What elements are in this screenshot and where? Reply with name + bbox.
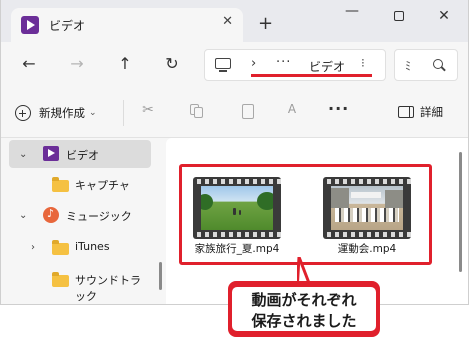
sidebar-item-label: ミュージック bbox=[66, 210, 132, 223]
forward-button[interactable]: → bbox=[65, 54, 89, 73]
file-name: 運動会.mp4 bbox=[337, 243, 397, 255]
banner-shape bbox=[351, 192, 381, 198]
tab-title: ビデオ bbox=[49, 18, 86, 33]
callout-box: 動画がそれぞれ 保存されました bbox=[228, 281, 380, 337]
address-dropdown-icon[interactable]: ⁝ bbox=[361, 56, 365, 70]
search-box[interactable]: ﾐ bbox=[394, 49, 458, 81]
sidebar-item-itunes[interactable]: › iTunes bbox=[9, 233, 151, 261]
new-tab-button[interactable]: + bbox=[258, 13, 273, 34]
folder-icon bbox=[52, 240, 69, 255]
title-bar: ビデオ ✕ + — ✕ bbox=[1, 0, 468, 42]
close-window-button[interactable]: ✕ bbox=[429, 8, 459, 24]
music-icon bbox=[43, 207, 59, 223]
tree-shape bbox=[201, 194, 213, 210]
sidebar-item-music[interactable]: ⌄ ミュージック bbox=[9, 201, 151, 229]
film-sprocket-top bbox=[323, 179, 411, 184]
more-options-button[interactable]: ··· bbox=[328, 99, 349, 118]
folder-icon bbox=[52, 177, 69, 192]
film-sprocket-top bbox=[193, 179, 281, 184]
search-text: ﾐ bbox=[405, 59, 412, 73]
callout-text-line2: 保存されました bbox=[251, 312, 357, 330]
chevron-right-icon[interactable]: › bbox=[31, 242, 35, 253]
details-button[interactable]: 詳細 bbox=[398, 104, 443, 120]
close-tab-icon[interactable]: ✕ bbox=[222, 14, 233, 29]
plus-icon bbox=[15, 105, 31, 121]
video-icon bbox=[21, 16, 39, 34]
up-button[interactable]: ↑ bbox=[113, 54, 137, 73]
file-list: 家族旅行_夏.mp4 運動会.mp4 bbox=[166, 138, 468, 304]
toolbar-divider bbox=[123, 100, 124, 126]
sidebar-item-label: ビデオ bbox=[66, 149, 99, 162]
new-label: 新規作成 bbox=[39, 106, 85, 120]
building-shape bbox=[331, 188, 349, 208]
file-name: 家族旅行_夏.mp4 bbox=[194, 243, 280, 255]
sidebar-item-label: サウンドトラック bbox=[75, 274, 141, 303]
search-icon bbox=[433, 59, 443, 69]
navigation-bar: ← → ↑ ↻ › ··· ビデオ ⁝ ﾐ bbox=[1, 42, 468, 88]
film-sprocket-bottom bbox=[323, 232, 411, 237]
sidebar-item-label: iTunes bbox=[75, 240, 110, 253]
sidebar-item-capture[interactable]: キャプチャ bbox=[9, 170, 151, 198]
breadcrumb-current[interactable]: ビデオ bbox=[309, 58, 345, 75]
video-thumbnail bbox=[323, 177, 411, 239]
navigation-pane: ⌄ ビデオ キャプチャ ⌄ ミュージック › iTunes サウンドトラック bbox=[1, 138, 166, 304]
thumbnail-event-scene bbox=[331, 186, 403, 230]
video-icon bbox=[43, 146, 59, 161]
sidebar-item-video[interactable]: ⌄ ビデオ bbox=[9, 140, 151, 168]
details-label: 詳細 bbox=[420, 105, 443, 119]
folder-icon bbox=[52, 272, 69, 287]
back-button[interactable]: ← bbox=[17, 54, 41, 73]
person-shape bbox=[239, 210, 241, 215]
crowd-shape bbox=[335, 208, 399, 222]
copy-icon[interactable] bbox=[187, 102, 207, 122]
address-highlight-underline bbox=[251, 74, 372, 77]
tree-shape bbox=[257, 192, 273, 210]
film-sprocket-bottom bbox=[193, 232, 281, 237]
file-explorer-window: ビデオ ✕ + — ✕ ← → ↑ ↻ › ··· ビデオ ⁝ ﾐ 新規作成 ⌄ bbox=[0, 0, 469, 305]
new-button[interactable]: 新規作成 ⌄ bbox=[15, 102, 97, 124]
chevron-down-icon[interactable]: ⌄ bbox=[19, 149, 27, 160]
callout-inner: 動画がそれぞれ 保存されました bbox=[232, 287, 376, 331]
chevron-down-icon[interactable]: ⌄ bbox=[19, 210, 27, 221]
cut-icon[interactable]: ✂ bbox=[138, 102, 158, 122]
computer-icon bbox=[215, 58, 231, 72]
refresh-button[interactable]: ↻ bbox=[160, 54, 184, 73]
maximize-icon bbox=[394, 11, 404, 21]
sidebar-scrollbar[interactable] bbox=[159, 262, 162, 290]
tab-video[interactable]: ビデオ ✕ bbox=[11, 8, 243, 42]
chevron-down-icon: ⌄ bbox=[89, 108, 97, 118]
content-scrollbar[interactable] bbox=[459, 152, 462, 272]
sidebar-item-soundtrack[interactable]: サウンドトラック bbox=[9, 265, 151, 303]
copy-icon-front bbox=[194, 107, 203, 118]
building-shape bbox=[385, 190, 403, 208]
command-bar: 新規作成 ⌄ ✂ A ··· 詳細 bbox=[1, 88, 468, 138]
person-shape bbox=[233, 208, 236, 215]
rename-icon[interactable]: A bbox=[282, 102, 302, 122]
callout-text-line1: 動画がそれぞれ bbox=[251, 291, 357, 309]
minimize-button[interactable]: — bbox=[337, 3, 367, 19]
maximize-button[interactable] bbox=[384, 8, 414, 25]
breadcrumb-more[interactable]: ··· bbox=[276, 55, 291, 70]
paste-icon[interactable] bbox=[242, 104, 254, 119]
breadcrumb-separator: › bbox=[251, 56, 257, 71]
thumbnail-park-scene bbox=[201, 186, 273, 230]
video-thumbnail bbox=[193, 177, 281, 239]
sidebar-item-label: キャプチャ bbox=[75, 179, 130, 192]
details-pane-icon bbox=[398, 106, 414, 118]
